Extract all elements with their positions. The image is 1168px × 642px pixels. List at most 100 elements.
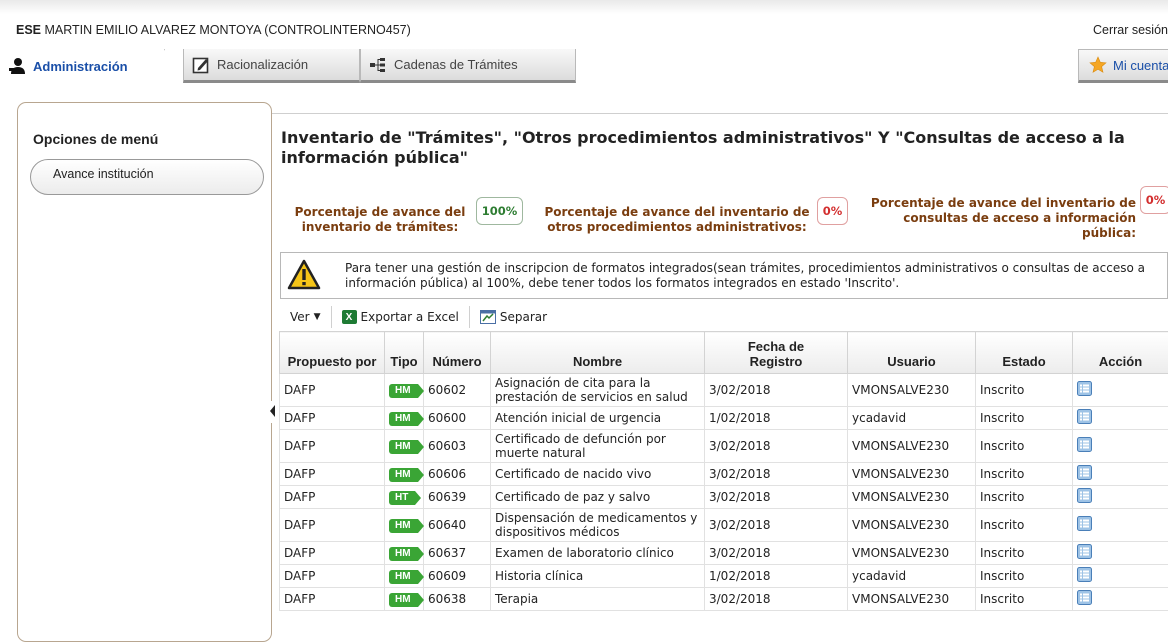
cell-number: 60640 — [424, 509, 491, 542]
cell-user: VMONSALVE230 — [848, 509, 976, 542]
column-header-status[interactable]: Estado — [976, 332, 1073, 374]
cell-status: Inscrito — [976, 463, 1073, 486]
column-header-action: Acción — [1073, 332, 1168, 374]
cell-status: Inscrito — [976, 509, 1073, 542]
cell-status: Inscrito — [976, 430, 1073, 463]
cell-number: 60638 — [424, 588, 491, 611]
stat-value-tramites: 100% — [476, 197, 523, 225]
type-badge: HT — [389, 491, 415, 505]
view-detail-icon[interactable] — [1077, 465, 1092, 480]
cell-proposed: DAFP — [280, 486, 385, 509]
cell-type: HT — [385, 486, 424, 509]
table-row[interactable]: DAFPHT60639Certificado de paz y salvo3/0… — [280, 486, 1168, 509]
sidebar-title: Opciones de menú — [33, 131, 158, 147]
cell-type: HM — [385, 542, 424, 565]
type-badge: HM — [389, 547, 418, 561]
edit-icon — [192, 56, 210, 74]
cell-number: 60603 — [424, 430, 491, 463]
user-org-prefix: ESE — [16, 23, 41, 37]
stat-value-otros-procedimientos: 0% — [817, 197, 848, 225]
view-detail-icon[interactable] — [1077, 409, 1092, 424]
cell-name: Terapia — [491, 588, 705, 611]
type-badge: HM — [389, 384, 418, 398]
table-row[interactable]: DAFPHM60637Examen de laboratorio clínico… — [280, 542, 1168, 565]
view-menu-button[interactable]: Ver ▼ — [280, 306, 332, 328]
export-excel-button[interactable]: X Exportar a Excel — [332, 306, 470, 328]
split-label: Separar — [500, 310, 547, 324]
column-header-proposed[interactable]: Propuesto por — [280, 332, 385, 374]
cell-status: Inscrito — [976, 565, 1073, 588]
top-bar-background — [0, 0, 1168, 14]
cell-status: Inscrito — [976, 486, 1073, 509]
cell-date: 3/02/2018 — [705, 588, 848, 611]
cell-action — [1073, 463, 1168, 486]
table-row[interactable]: DAFPHM60602Asignación de cita para la pr… — [280, 374, 1168, 407]
cell-proposed: DAFP — [280, 463, 385, 486]
table-row[interactable]: DAFPHM60638Terapia3/02/2018VMONSALVE230I… — [280, 588, 1168, 611]
split-button[interactable]: Separar — [470, 306, 557, 328]
table-row[interactable]: DAFPHM60640Dispensación de medicamentos … — [280, 509, 1168, 542]
column-header-name[interactable]: Nombre — [491, 332, 705, 374]
cell-action — [1073, 588, 1168, 611]
cell-status: Inscrito — [976, 374, 1073, 407]
cell-date: 1/02/2018 — [705, 407, 848, 430]
cell-action — [1073, 565, 1168, 588]
view-detail-icon[interactable] — [1077, 544, 1092, 559]
cell-number: 60637 — [424, 542, 491, 565]
split-icon — [480, 310, 496, 324]
column-header-user[interactable]: Usuario — [848, 332, 976, 374]
cell-user: VMONSALVE230 — [848, 430, 976, 463]
cell-proposed: DAFP — [280, 509, 385, 542]
view-detail-icon[interactable] — [1077, 437, 1092, 452]
sidebar-item-avance-institucion[interactable]: Avance institución — [30, 159, 264, 195]
cell-name: Historia clínica — [491, 565, 705, 588]
tab-racionalizacion[interactable]: Racionalización — [183, 49, 360, 83]
cell-type: HM — [385, 565, 424, 588]
view-label: Ver — [290, 310, 310, 324]
cell-status: Inscrito — [976, 588, 1073, 611]
cell-name: Certificado de nacido vivo — [491, 463, 705, 486]
type-badge: HM — [389, 570, 418, 584]
tab-administracion[interactable]: Administración — [0, 49, 165, 83]
table-row[interactable]: DAFPHM60606Certificado de nacido vivo3/0… — [280, 463, 1168, 486]
cell-number: 60639 — [424, 486, 491, 509]
view-detail-icon[interactable] — [1077, 590, 1092, 605]
cell-status: Inscrito — [976, 542, 1073, 565]
cell-type: HM — [385, 374, 424, 407]
warning-text: Para tener una gestión de inscripcion de… — [345, 261, 1145, 291]
type-badge: HM — [389, 412, 418, 426]
cell-type: HM — [385, 463, 424, 486]
warning-icon — [287, 259, 321, 291]
cell-action — [1073, 486, 1168, 509]
cell-name: Certificado de paz y salvo — [491, 486, 705, 509]
column-header-type[interactable]: Tipo — [385, 332, 424, 374]
view-detail-icon[interactable] — [1077, 381, 1092, 396]
cell-number: 60600 — [424, 407, 491, 430]
my-account-label: Mi cuenta — [1113, 58, 1168, 73]
sidebar-menu: Opciones de menú Avance institución — [17, 102, 272, 642]
cell-proposed: DAFP — [280, 565, 385, 588]
tab-cadenas-tramites[interactable]: Cadenas de Trámites — [360, 49, 576, 83]
cell-date: 1/02/2018 — [705, 565, 848, 588]
table-row[interactable]: DAFPHM60609Historia clínica1/02/2018ycad… — [280, 565, 1168, 588]
collapse-sidebar-icon[interactable] — [271, 401, 275, 423]
star-icon — [1089, 56, 1107, 74]
table-row[interactable]: DAFPHM60600Atención inicial de urgencia1… — [280, 407, 1168, 430]
cell-status: Inscrito — [976, 407, 1073, 430]
view-detail-icon[interactable] — [1077, 567, 1092, 582]
logout-link[interactable]: Cerrar sesión — [1093, 23, 1168, 37]
cell-date: 3/02/2018 — [705, 430, 848, 463]
cell-proposed: DAFP — [280, 407, 385, 430]
admin-user-icon — [8, 57, 26, 75]
stat-value-consultas: 0% — [1140, 186, 1168, 214]
column-header-date[interactable]: Fecha deRegistro — [705, 332, 848, 374]
export-label: Exportar a Excel — [361, 310, 459, 324]
table-row[interactable]: DAFPHM60603Certificado de defunción por … — [280, 430, 1168, 463]
cell-date: 3/02/2018 — [705, 542, 848, 565]
view-detail-icon[interactable] — [1077, 488, 1092, 503]
main-tabs: Administración Racionalización Cadenas d… — [0, 49, 1168, 85]
excel-icon: X — [342, 310, 357, 324]
view-detail-icon[interactable] — [1077, 516, 1092, 531]
column-header-number[interactable]: Número — [424, 332, 491, 374]
my-account-button[interactable]: Mi cuenta — [1078, 49, 1168, 83]
